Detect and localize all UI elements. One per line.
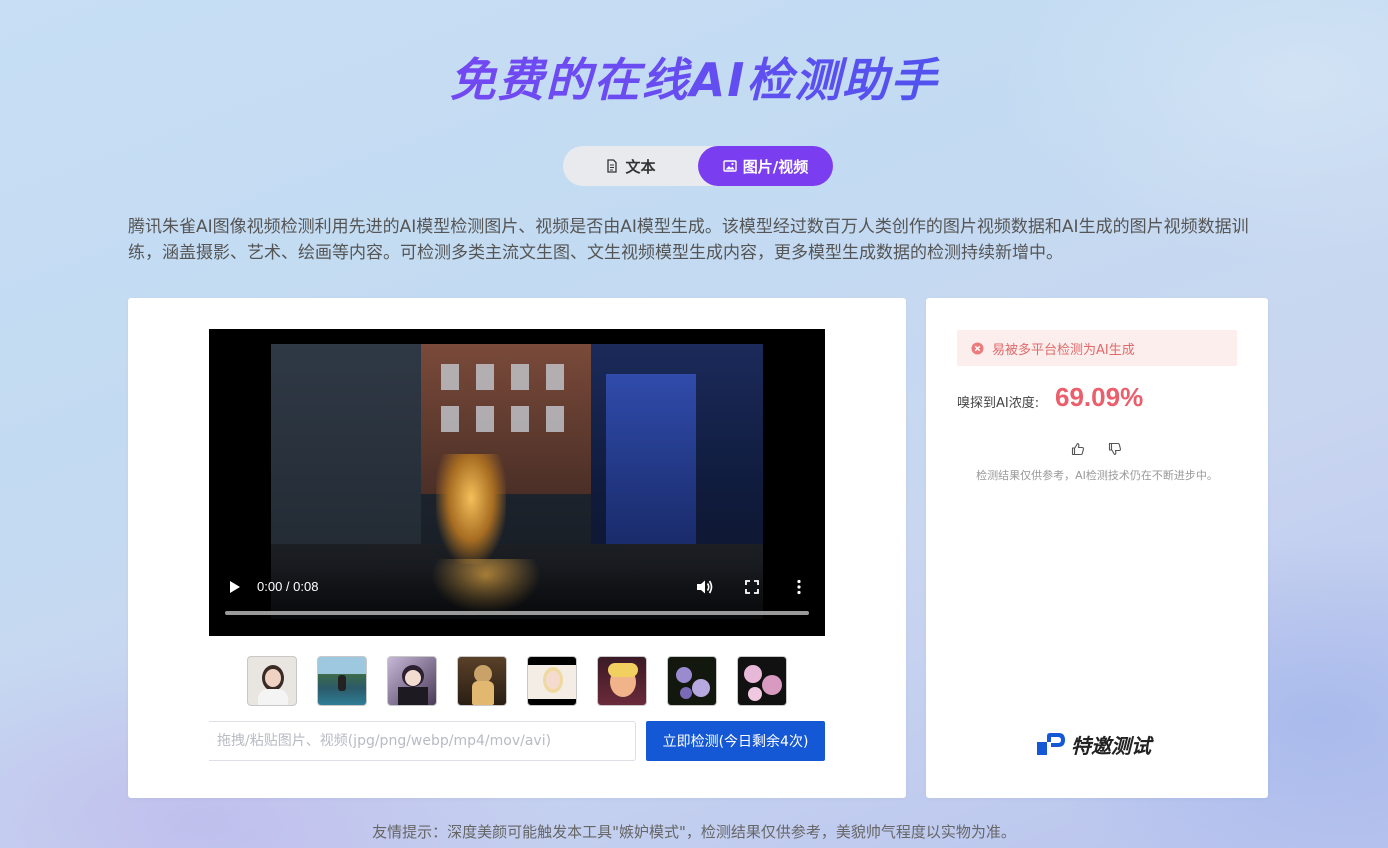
video-controls — [209, 566, 825, 636]
sample-thumbnail[interactable] — [247, 656, 297, 706]
sample-thumbnail[interactable] — [667, 656, 717, 706]
image-icon — [723, 160, 737, 172]
concentration-value: 69.09% — [1055, 382, 1144, 412]
tab-text[interactable]: 文本 — [563, 146, 698, 186]
sample-thumbnail[interactable] — [737, 656, 787, 706]
upload-input[interactable] — [209, 721, 636, 761]
more-options-icon[interactable] — [796, 579, 802, 595]
video-progress-bar[interactable] — [225, 611, 809, 615]
sample-thumbnails — [247, 656, 789, 706]
upload-panel: 0:00 / 0:08 拖拽/粘贴图片、视频(jpg/png/webp/mp4/… — [128, 298, 906, 798]
description: 腾讯朱雀AI图像视频检测利用先进的AI模型检测图片、视频是否由AI模型生成。该模… — [128, 217, 1249, 263]
result-panel: 易被多平台检测为AI生成 嗅探到AI浓度: 69.09% 检测结果仅供参考，AI… — [926, 298, 1268, 798]
tab-image-video[interactable]: 图片/视频 — [698, 146, 833, 186]
play-icon[interactable] — [227, 579, 243, 595]
error-circle-icon — [971, 342, 984, 354]
volume-icon[interactable] — [696, 579, 714, 595]
result-note: 检测结果仅供参考，AI检测技术仍在不断进步中。 — [976, 469, 1218, 482]
video-time: 0:00 / 0:08 — [257, 579, 319, 594]
concentration-label: 嗅探到AI浓度: — [957, 396, 1040, 411]
sample-thumbnail[interactable] — [317, 656, 367, 706]
mode-tabs: 文本 图片/视频 — [563, 146, 833, 186]
sample-thumbnail[interactable] — [457, 656, 507, 706]
footer-tip: 友情提示：深度美颜可能触发本工具"嫉妒模式"，检测结果仅供参考，美貌帅气程度以实… — [372, 823, 1016, 841]
video-player[interactable]: 0:00 / 0:08 — [209, 329, 825, 636]
ai-generated-alert: 易被多平台检测为AI生成 — [957, 330, 1237, 366]
invite-test-badge[interactable]: 特邀测试 — [1035, 730, 1151, 759]
tab-text-label: 文本 — [625, 157, 656, 176]
sample-thumbnail[interactable] — [387, 656, 437, 706]
tab-image-video-label: 图片/视频 — [742, 157, 809, 176]
thumbs-down-icon[interactable] — [1108, 442, 1122, 456]
alert-text: 易被多平台检测为AI生成 — [992, 342, 1135, 358]
thumbs-up-icon[interactable] — [1071, 442, 1085, 456]
sample-thumbnail[interactable] — [527, 656, 577, 706]
fullscreen-icon[interactable] — [745, 580, 759, 594]
invite-logo-icon — [1037, 732, 1065, 755]
sample-thumbnail[interactable] — [597, 656, 647, 706]
invite-label: 特邀测试 — [1071, 734, 1151, 758]
detect-button[interactable]: 立即检测(今日剩余4次) — [646, 721, 825, 761]
page-title: 免费的在线AI检测助手 — [0, 44, 1388, 110]
document-icon — [607, 159, 618, 173]
